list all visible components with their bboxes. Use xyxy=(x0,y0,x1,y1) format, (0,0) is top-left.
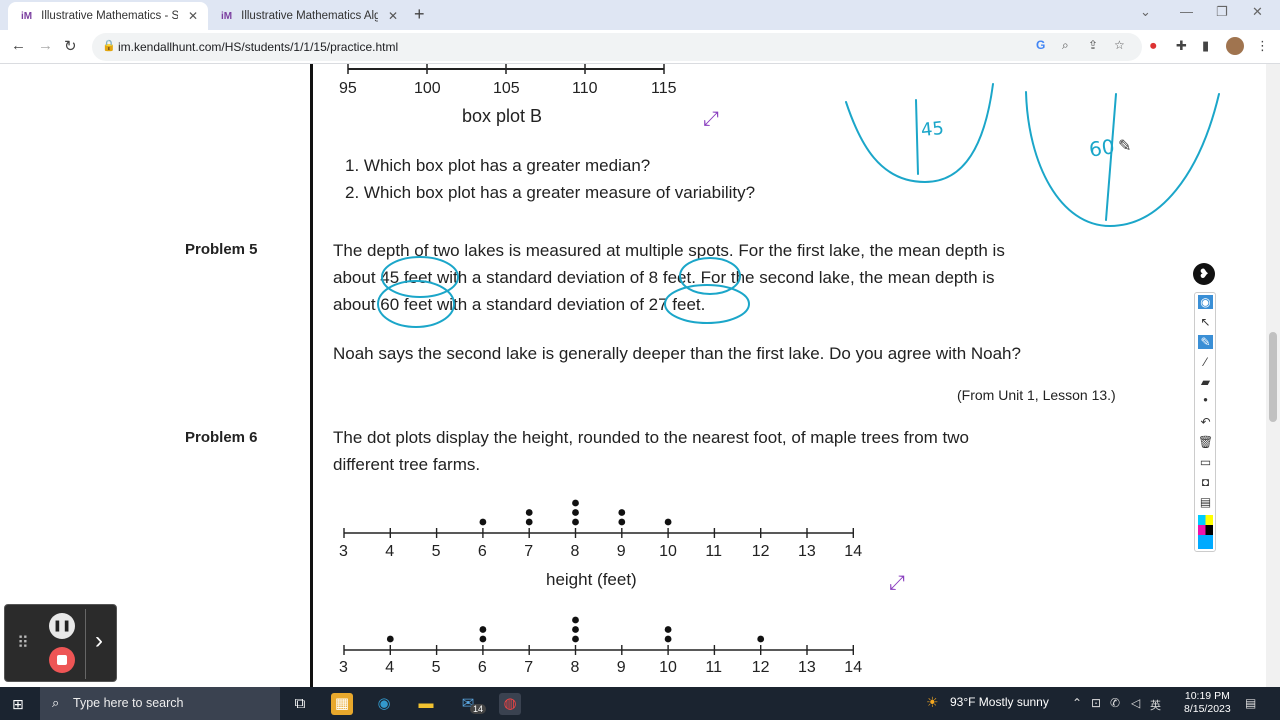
file-explorer-icon[interactable]: ▬ xyxy=(415,693,437,715)
tab-search-icon[interactable]: ⌄ xyxy=(1140,4,1151,20)
browser-toolbar: ← → ↻ 🔒 im.kendallhunt.com/HS/students/1… xyxy=(0,30,1280,64)
volume-icon[interactable]: ◁ xyxy=(1131,696,1140,710)
pointer-icon[interactable]: ↖ xyxy=(1198,315,1213,329)
weather-sun-icon[interactable]: ☀ xyxy=(926,694,939,711)
extension-record-icon[interactable]: ⏺ xyxy=(1150,38,1157,54)
scrollbar-thumb[interactable] xyxy=(1269,332,1277,422)
store-icon[interactable]: ▦ xyxy=(331,693,353,715)
weather-text[interactable]: 93°F Mostly sunny xyxy=(950,695,1049,709)
screen-recorder-widget: ⠿ ❚❚ › xyxy=(4,604,117,682)
bookmark-star-icon[interactable]: ☆ xyxy=(1114,38,1125,52)
eraser-icon[interactable]: ▰ xyxy=(1198,375,1213,389)
handwritten-note: 60 xyxy=(1087,134,1116,162)
whiteboard-icon[interactable]: ▭ xyxy=(1198,455,1213,469)
chrome-icon[interactable]: ◍ xyxy=(499,693,521,715)
highlighter-icon[interactable]: ⁄ xyxy=(1198,355,1213,369)
edge-icon[interactable]: ◉ xyxy=(373,693,395,715)
maximize-icon[interactable]: ❐ xyxy=(1216,4,1228,20)
forward-icon[interactable]: → xyxy=(38,37,53,54)
lock-icon[interactable]: 🔒 xyxy=(102,39,116,52)
input-method-icon[interactable]: ✆ xyxy=(1110,696,1120,710)
side-panel-icon[interactable]: ▮ xyxy=(1202,38,1209,54)
drag-handle-icon[interactable]: ⠿ xyxy=(17,633,29,653)
handwritten-note: 45 xyxy=(919,117,945,142)
google-translate-icon[interactable]: G xyxy=(1036,38,1045,52)
mail-badge: 14 xyxy=(470,704,487,714)
divider xyxy=(85,609,86,679)
windows-taskbar: ⊞ ⌕ Type here to search ⧉ ▦ ◉ ▬ ✉ 14 ◍ ☀… xyxy=(0,687,1280,720)
share-icon[interactable]: ⇪ xyxy=(1088,38,1098,52)
tab-illustrative-math-algebra[interactable]: iM Illustrative Mathematics Algebra ✕ xyxy=(208,2,408,30)
taskbar-search[interactable]: ⌕ Type here to search xyxy=(40,687,280,720)
notifications-icon[interactable]: ▤ xyxy=(1245,696,1256,710)
clock[interactable]: 10:19 PM 8/15/2023 xyxy=(1184,690,1231,716)
eye-icon[interactable]: ◉ xyxy=(1198,295,1213,309)
tray-chevron-icon[interactable]: ⌃ xyxy=(1072,696,1082,710)
language-indicator[interactable]: 英 xyxy=(1150,697,1161,713)
profile-avatar[interactable] xyxy=(1226,37,1244,55)
pen-annotations xyxy=(377,83,1220,328)
camera-icon[interactable]: ◘ xyxy=(1198,475,1213,489)
chevron-right-icon[interactable]: › xyxy=(95,627,103,655)
tab-title: Illustrative Mathematics Algebra xyxy=(241,10,378,22)
im-logo-icon: iM xyxy=(221,10,233,22)
minimize-icon[interactable]: — xyxy=(1180,4,1193,19)
extensions-puzzle-icon[interactable]: ✚ xyxy=(1176,38,1187,54)
task-view-icon[interactable]: ⧉ xyxy=(289,693,311,715)
url-text[interactable]: im.kendallhunt.com/HS/students/1/1/15/pr… xyxy=(118,40,398,54)
zoom-icon[interactable]: ⌕ xyxy=(1062,38,1069,53)
stop-record-button[interactable] xyxy=(49,647,75,673)
close-icon[interactable]: ✕ xyxy=(388,9,398,23)
window-close-icon[interactable]: ✕ xyxy=(1252,4,1263,20)
tab-strip: iM Illustrative Mathematics - Studen ✕ i… xyxy=(0,0,1280,30)
trash-icon[interactable]: 🗑 xyxy=(1198,435,1213,449)
color-swatch-icon[interactable] xyxy=(1198,535,1213,549)
close-icon[interactable]: ✕ xyxy=(188,9,198,23)
reload-icon[interactable]: ↻ xyxy=(64,37,77,55)
clock-time: 10:19 PM xyxy=(1184,690,1230,702)
search-icon: ⌕ xyxy=(52,695,60,710)
annotation-app-logo-icon[interactable]: ❥ xyxy=(1193,263,1215,285)
clock-date: 8/15/2023 xyxy=(1184,703,1231,715)
back-icon[interactable]: ← xyxy=(11,37,26,54)
practice-page: 95 100 105 110 115 box plot B ⤢ 1. Which… xyxy=(0,64,1266,687)
color-swatch-icon[interactable] xyxy=(1198,525,1213,535)
clipboard-icon[interactable]: ▤ xyxy=(1198,495,1213,509)
address-bar[interactable]: 🔒 im.kendallhunt.com/HS/students/1/1/15/… xyxy=(92,33,1142,61)
pen-icon[interactable]: ✎ xyxy=(1198,335,1213,349)
pause-icon[interactable]: ❚❚ xyxy=(49,613,75,639)
dot-size-icon[interactable]: ● xyxy=(1198,395,1213,404)
im-logo-icon: iM xyxy=(21,10,33,22)
windows-start-icon[interactable]: ⊞ xyxy=(12,696,24,713)
tab-title: Illustrative Mathematics - Studen xyxy=(41,10,178,22)
page-scrollbar[interactable] xyxy=(1266,64,1280,687)
pen-cursor-icon: ✎ xyxy=(1118,138,1132,155)
search-placeholder[interactable]: Type here to search xyxy=(73,696,183,710)
menu-kebab-icon[interactable]: ⋮ xyxy=(1256,38,1269,54)
new-tab-icon[interactable]: + xyxy=(414,4,425,25)
network-icon[interactable]: ⊡ xyxy=(1091,696,1101,710)
color-swatch-icon[interactable] xyxy=(1198,515,1213,525)
undo-icon[interactable]: ↶ xyxy=(1198,415,1213,429)
annotation-toolbar: ◉ ↖ ✎ ⁄ ▰ ● ↶ 🗑 ▭ ◘ ▤ xyxy=(1194,292,1216,552)
tab-illustrative-math-student[interactable]: iM Illustrative Mathematics - Studen ✕ xyxy=(8,2,208,30)
